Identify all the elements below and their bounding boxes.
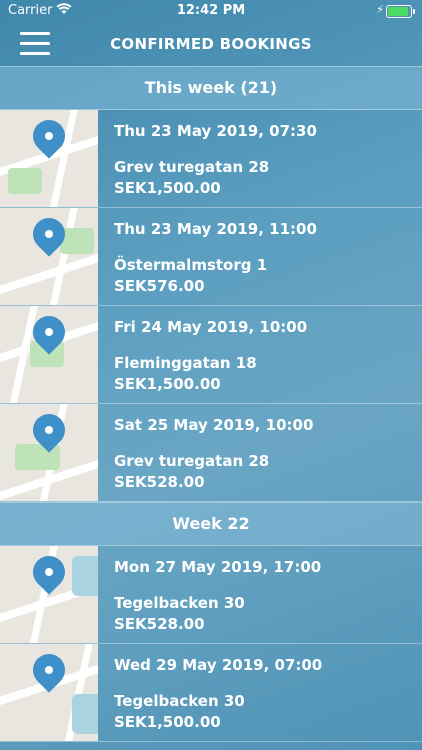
booking-price: SEK528.00 [114, 615, 205, 633]
booking-address: Fleminggatan 18 [114, 354, 257, 372]
booking-row[interactable]: Thu 23 May 2019, 11:00 Östermalmstorg 1 … [0, 208, 422, 306]
booking-date: Thu 23 May 2019, 11:00 [114, 220, 317, 238]
booking-address: Grev turegatan 28 [114, 452, 270, 470]
map-thumbnail [0, 208, 98, 305]
map-thumbnail [0, 404, 98, 501]
booking-price: SEK1,500.00 [114, 713, 221, 731]
booking-date: Sat 25 May 2019, 10:00 [114, 416, 314, 434]
section-header-week-22: Week 22 [0, 502, 422, 546]
booking-address: Tegelbacken 30 [114, 594, 245, 612]
booking-row[interactable]: Fri 24 May 2019, 10:00 Fleminggatan 18 S… [0, 306, 422, 404]
booking-price: SEK1,500.00 [114, 375, 221, 393]
booking-price: SEK576.00 [114, 277, 205, 295]
map-thumbnail [0, 110, 98, 207]
section-header-this-week: This week (21) [0, 66, 422, 110]
map-thumbnail [0, 306, 98, 403]
map-thumbnail [0, 644, 98, 741]
booking-price: SEK528.00 [114, 473, 205, 491]
clock: 12:42 PM [176, 3, 246, 18]
booking-row[interactable]: Mon 27 May 2019, 17:00 Tegelbacken 30 SE… [0, 546, 422, 644]
booking-date: Thu 23 May 2019, 07:30 [114, 122, 317, 140]
battery-icon [386, 5, 415, 18]
booking-row[interactable]: Sat 25 May 2019, 10:00 Grev turegatan 28… [0, 404, 422, 502]
booking-date: Wed 29 May 2019, 07:00 [114, 656, 323, 674]
charging-icon: ⚡ [376, 3, 384, 16]
booking-address: Grev turegatan 28 [114, 158, 270, 176]
booking-address: Tegelbacken 30 [114, 692, 245, 710]
status-bar: Carrier 12:42 PM ⚡ [0, 0, 422, 22]
booking-address: Östermalmstorg 1 [114, 256, 268, 274]
booking-date: Fri 24 May 2019, 10:00 [114, 318, 308, 336]
booking-date: Mon 27 May 2019, 17:00 [114, 558, 322, 576]
map-pin-icon [26, 549, 72, 595]
nav-bar: CONFIRMED BOOKINGS [0, 22, 422, 66]
booking-price: SEK1,500.00 [114, 179, 221, 197]
booking-row[interactable]: Thu 23 May 2019, 07:30 Grev turegatan 28… [0, 110, 422, 208]
map-thumbnail [0, 546, 98, 643]
booking-row[interactable]: Wed 29 May 2019, 07:00 Tegelbacken 30 SE… [0, 644, 422, 742]
page-title: CONFIRMED BOOKINGS [110, 35, 312, 53]
